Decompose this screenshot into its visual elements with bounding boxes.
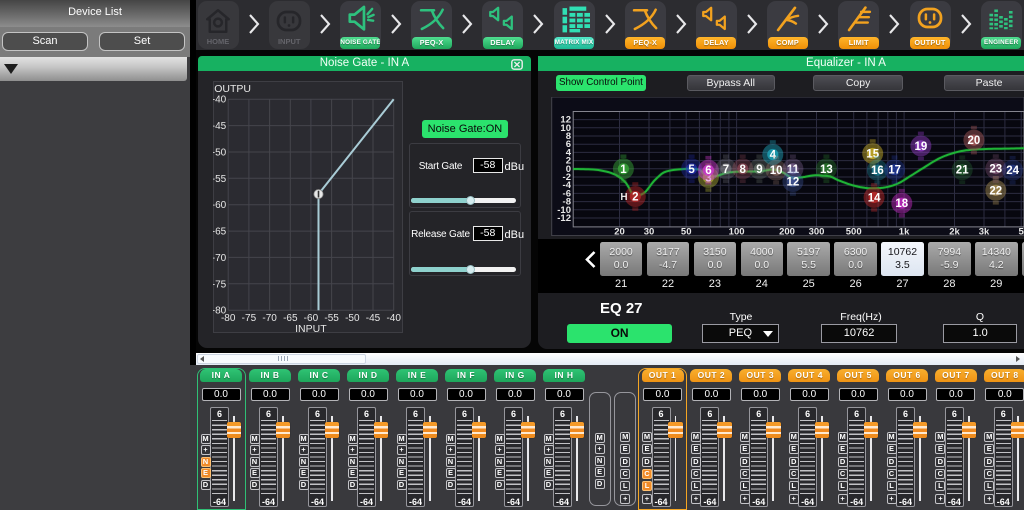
svg-text:18: 18 — [895, 198, 908, 210]
svg-text:1k: 1k — [899, 227, 910, 237]
svg-text:17: 17 — [888, 165, 901, 177]
svg-text:500: 500 — [846, 227, 862, 237]
svg-text:16: 16 — [871, 165, 884, 177]
svg-text:20: 20 — [968, 135, 981, 147]
svg-text:6: 6 — [705, 165, 711, 177]
svg-text:12: 12 — [787, 177, 800, 189]
svg-text:2k: 2k — [949, 227, 960, 237]
svg-text:-50: -50 — [345, 313, 360, 324]
svg-text:-75: -75 — [242, 313, 257, 324]
svg-text:13: 13 — [820, 164, 833, 176]
svg-text:-80: -80 — [221, 313, 236, 324]
svg-text:200: 200 — [779, 227, 795, 237]
svg-text:-40: -40 — [213, 95, 227, 106]
svg-text:300: 300 — [809, 227, 825, 237]
svg-text:24: 24 — [1006, 165, 1019, 177]
svg-text:10: 10 — [770, 165, 783, 177]
svg-text:-40: -40 — [386, 313, 401, 324]
svg-text:-55: -55 — [213, 174, 227, 185]
svg-text:50: 50 — [681, 227, 692, 237]
svg-text:12: 12 — [560, 115, 571, 126]
svg-text:8: 8 — [739, 164, 746, 176]
svg-text:INPUT: INPUT — [295, 323, 327, 333]
svg-text:-70: -70 — [262, 313, 277, 324]
svg-text:OUTPU: OUTPU — [214, 83, 251, 95]
svg-text:30: 30 — [644, 227, 655, 237]
svg-text:22: 22 — [989, 185, 1002, 197]
svg-text:9: 9 — [756, 164, 762, 176]
svg-text:5: 5 — [688, 164, 695, 176]
svg-text:19: 19 — [915, 141, 928, 153]
svg-text:20: 20 — [614, 227, 625, 237]
svg-text:1: 1 — [620, 164, 627, 176]
svg-text:-45: -45 — [366, 313, 381, 324]
svg-text:-50: -50 — [213, 148, 227, 159]
svg-text:5: 5 — [1019, 227, 1024, 237]
svg-text:-60: -60 — [213, 200, 227, 211]
svg-text:-45: -45 — [213, 121, 227, 132]
svg-text:3k: 3k — [979, 227, 990, 237]
svg-text:23: 23 — [989, 164, 1002, 176]
svg-text:100: 100 — [729, 227, 745, 237]
svg-text:-65: -65 — [213, 227, 227, 238]
svg-text:-70: -70 — [213, 253, 227, 264]
svg-text:H: H — [620, 192, 627, 203]
svg-text:4: 4 — [770, 150, 777, 162]
svg-text:14: 14 — [868, 192, 881, 204]
svg-text:21: 21 — [956, 165, 969, 177]
svg-text:-75: -75 — [213, 279, 227, 290]
svg-text:7: 7 — [723, 164, 729, 176]
svg-text:2: 2 — [632, 192, 638, 204]
